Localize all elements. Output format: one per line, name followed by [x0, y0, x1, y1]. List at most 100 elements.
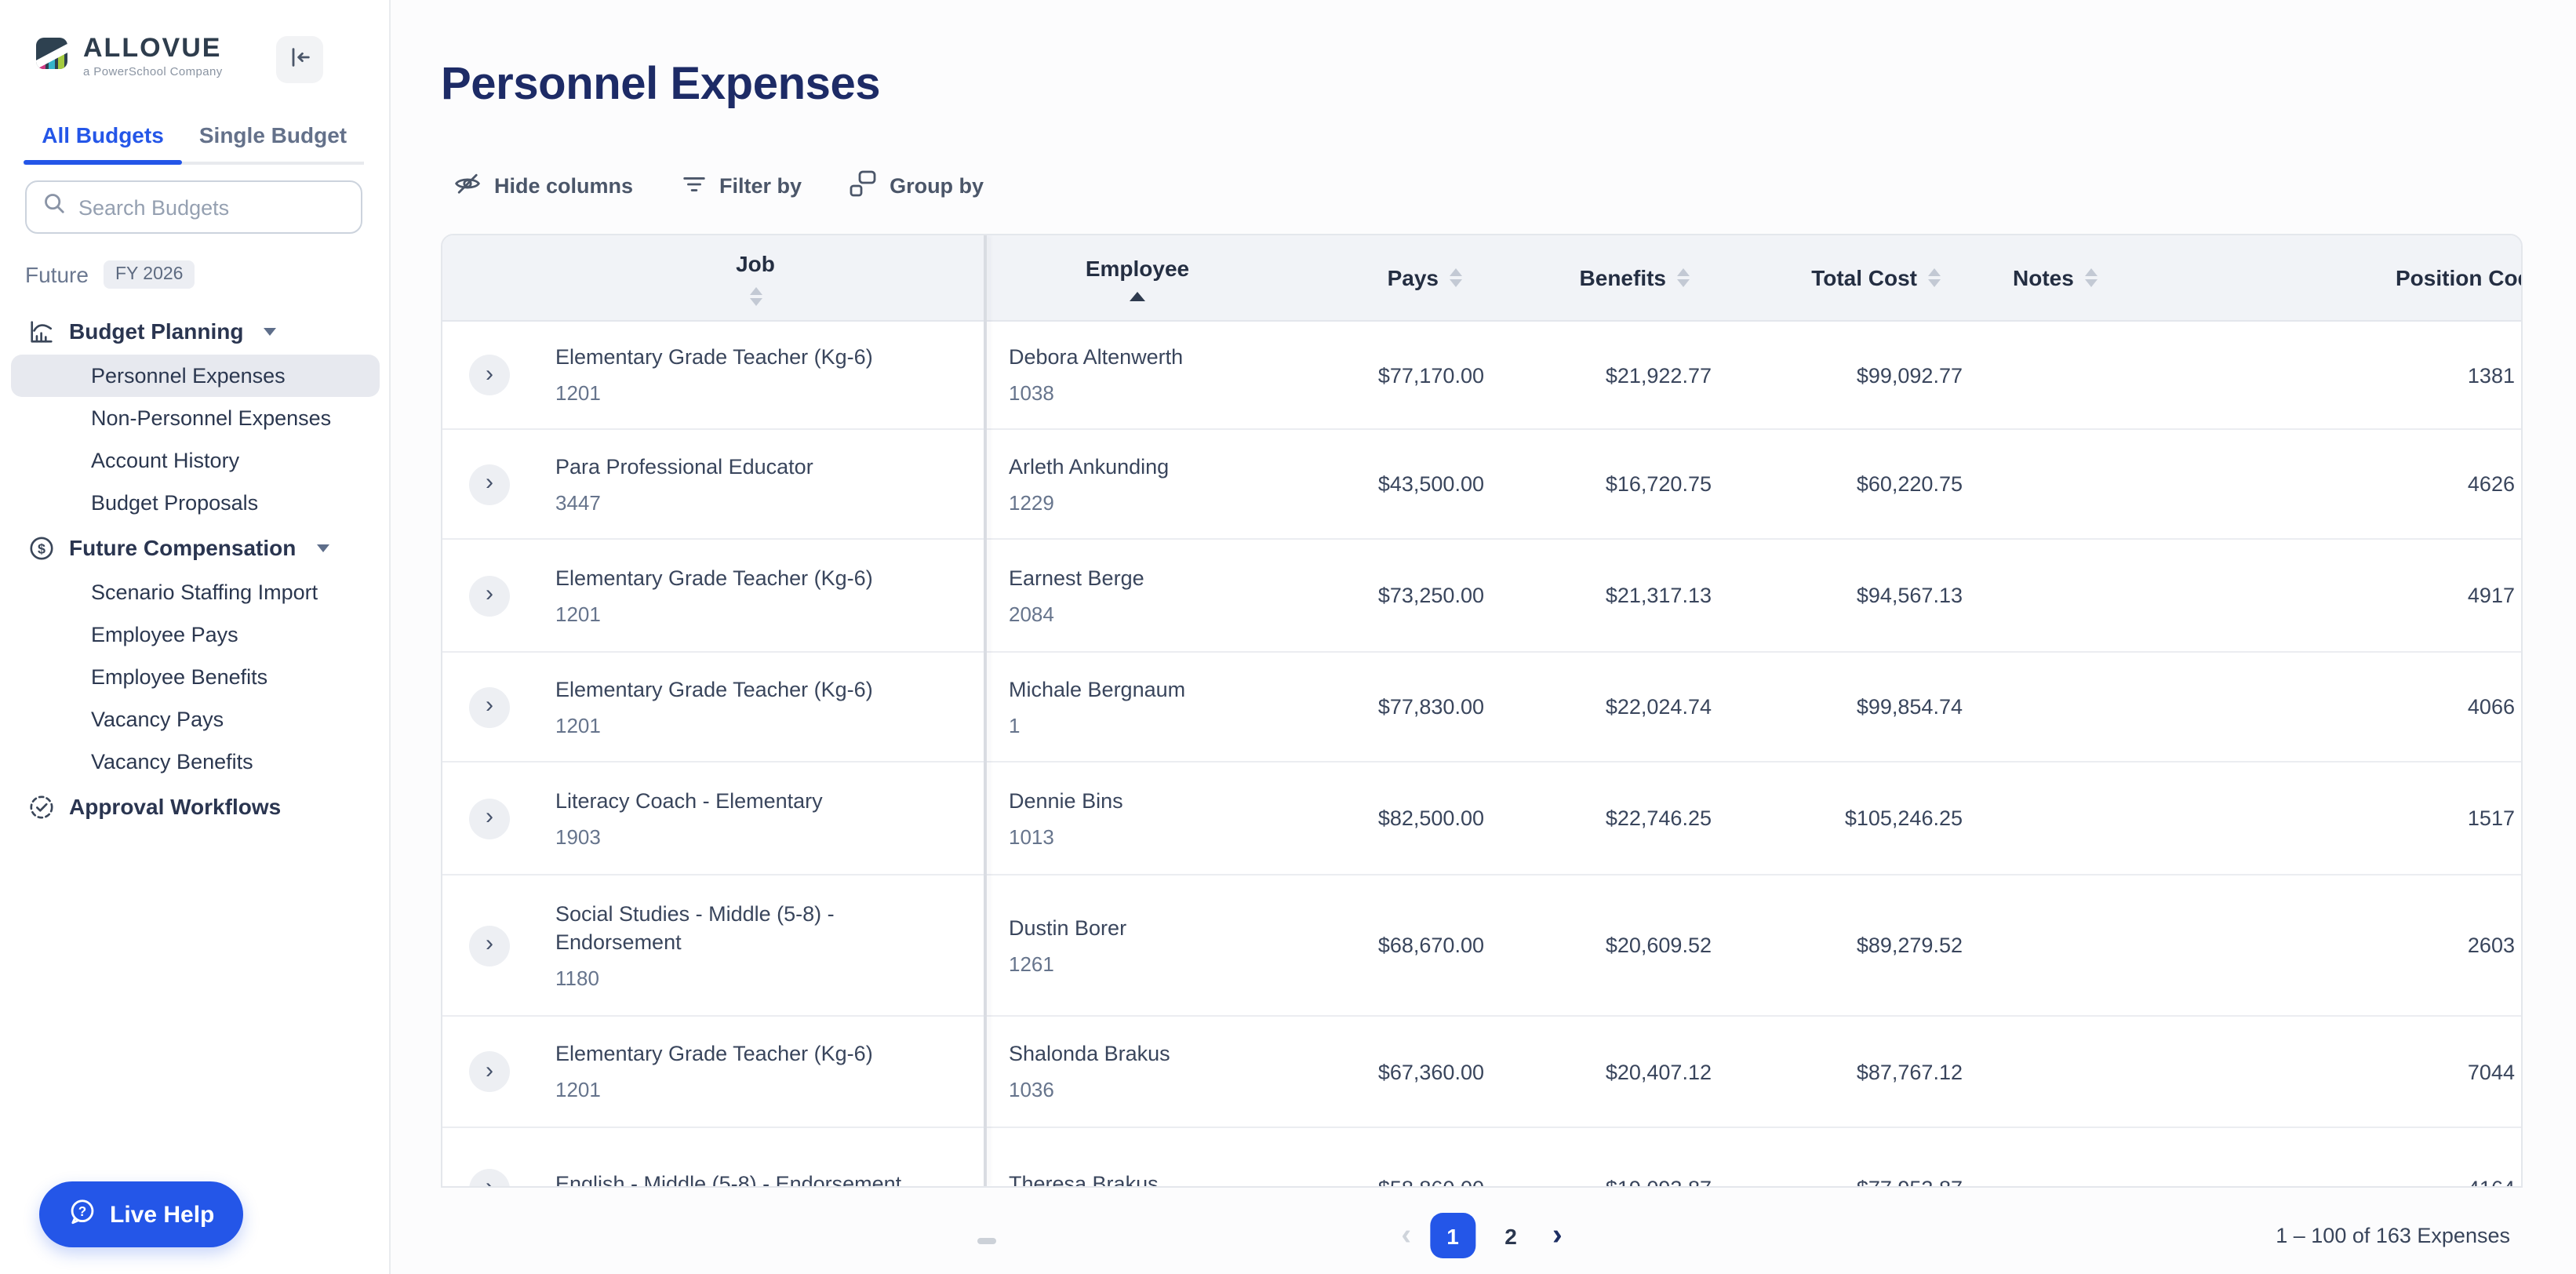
notes-cell: [1963, 322, 2151, 428]
chevron-down-icon: [264, 327, 277, 335]
row-expand-button[interactable]: ›: [469, 925, 510, 966]
sidebar-item-vacancy-benefits[interactable]: Vacancy Benefits: [11, 741, 380, 783]
column-header-benefits[interactable]: Benefits: [1484, 265, 1712, 290]
employee-id: 1038: [1009, 381, 1054, 405]
position-code-cell: 4164: [2151, 1128, 2521, 1186]
pays-cell: $67,360.00: [1377, 1060, 1484, 1083]
job-code: 1201: [555, 602, 601, 625]
job-title: English - Middle (5-8) - Endorsement: [555, 1171, 902, 1188]
brand-name: ALLOVUE: [83, 33, 222, 63]
page-button-1[interactable]: 1: [1430, 1213, 1475, 1258]
next-page-icon[interactable]: ›: [1546, 1218, 1569, 1253]
filter-icon: [680, 170, 707, 202]
table-row: › English - Middle (5-8) - Endorsement T…: [442, 1128, 2521, 1188]
column-header-employee[interactable]: Employee: [984, 255, 1266, 300]
sidebar-item-label: Account History: [91, 449, 240, 472]
employee-id: 2084: [1009, 602, 1054, 625]
sidebar-item-personnel-expenses[interactable]: Personnel Expenses: [11, 355, 380, 397]
chevron-right-icon: ›: [486, 930, 493, 957]
row-expand-button[interactable]: ›: [469, 686, 510, 727]
group-by-label: Group by: [890, 174, 984, 198]
column-label: Employee: [1085, 255, 1190, 280]
sidebar-item-employee-benefits[interactable]: Employee Benefits: [11, 656, 380, 698]
sidebar-item-budget-planning[interactable]: Budget Planning: [0, 308, 391, 355]
column-header-total-cost[interactable]: Total Cost: [1712, 265, 1963, 290]
filter-by-button[interactable]: Filter by: [680, 169, 802, 202]
sidebar-item-future-compensation[interactable]: $ Future Compensation: [0, 524, 391, 571]
column-header-notes[interactable]: Notes: [1963, 265, 2151, 290]
table-body: › Elementary Grade Teacher (Kg-6) 1201 D…: [442, 322, 2521, 1188]
benefits-cell: $20,609.52: [1605, 934, 1712, 957]
sidebar-item-account-history[interactable]: Account History: [11, 439, 380, 482]
table-row: › Elementary Grade Teacher (Kg-6) 1201 E…: [442, 540, 2521, 653]
chevron-down-icon: [316, 544, 329, 551]
sidebar-item-employee-pays[interactable]: Employee Pays: [11, 613, 380, 656]
sidebar-item-approval-workflows[interactable]: Approval Workflows: [0, 783, 391, 830]
notes-cell: [1963, 653, 2151, 761]
table-row: › Literacy Coach - Elementary 1903 Denni…: [442, 763, 2521, 875]
previous-page-icon[interactable]: ‹: [1395, 1218, 1417, 1253]
total-cost-cell: $99,092.77: [1856, 363, 1963, 387]
sidebar-item-label: Employee Pays: [91, 623, 238, 646]
employee-id: 1013: [1009, 824, 1054, 848]
row-expand-button[interactable]: ›: [469, 464, 510, 504]
job-code: 1201: [555, 713, 601, 737]
table-header: Job Employee Pays Benefits Total Cost No…: [442, 235, 2521, 322]
total-cost-cell: $99,854.74: [1856, 695, 1963, 719]
sidebar-item-vacancy-pays[interactable]: Vacancy Pays: [11, 698, 380, 741]
row-expand-button[interactable]: ›: [469, 1168, 510, 1188]
notes-cell: [1963, 1017, 2151, 1127]
filter-by-label: Filter by: [719, 174, 802, 198]
table-toolbar: Hide columns Filter by Group by: [453, 169, 984, 202]
sidebar-nav: Budget Planning Personnel Expenses Non-P…: [0, 308, 391, 830]
column-header-position-code[interactable]: Position Code: [2151, 265, 2521, 290]
table-row: › Elementary Grade Teacher (Kg-6) 1201 S…: [442, 1017, 2521, 1128]
sidebar-item-label: Approval Workflows: [69, 794, 282, 819]
employee-name: Dennie Bins: [1009, 788, 1123, 812]
job-title: Literacy Coach - Elementary: [555, 788, 823, 812]
pinned-column-divider[interactable]: [984, 235, 987, 1186]
row-expand-button[interactable]: ›: [469, 798, 510, 839]
sidebar-item-label: Vacancy Pays: [91, 708, 224, 731]
notes-cell: [1963, 540, 2151, 651]
employee-name: Earnest Berge: [1009, 566, 1144, 589]
sidebar-item-non-personnel-expenses[interactable]: Non-Personnel Expenses: [11, 397, 380, 439]
tab-single-budget[interactable]: Single Budget: [182, 122, 364, 162]
employee-id: 1261: [1009, 952, 1054, 975]
group-by-button[interactable]: Group by: [849, 169, 984, 202]
collapse-sidebar-icon: [288, 46, 311, 74]
approval-icon: [27, 793, 55, 820]
search-input[interactable]: [78, 195, 356, 219]
position-code-cell: 7044: [2467, 1060, 2515, 1083]
row-expand-button[interactable]: ›: [469, 355, 510, 395]
sidebar-item-budget-proposals[interactable]: Budget Proposals: [11, 482, 380, 524]
page-title: Personnel Expenses: [441, 60, 881, 110]
pagination: ‹ 1 2 ›: [1395, 1213, 1568, 1258]
svg-text:?: ?: [78, 1203, 86, 1218]
live-help-label: Live Help: [110, 1201, 215, 1228]
column-label: Notes: [2013, 265, 2074, 290]
live-help-button[interactable]: ? Live Help: [39, 1181, 243, 1247]
eye-off-icon: [453, 169, 482, 202]
search-icon: [42, 191, 66, 223]
page-button-2[interactable]: 2: [1488, 1213, 1534, 1258]
employee-name: Michale Bergnaum: [1009, 677, 1186, 701]
collapse-sidebar-button[interactable]: [276, 36, 323, 83]
row-expand-button[interactable]: ›: [469, 575, 510, 616]
hide-columns-button[interactable]: Hide columns: [453, 169, 633, 202]
job-code: 1903: [555, 824, 601, 848]
position-code-cell: 4626: [2467, 472, 2515, 496]
row-expand-button[interactable]: ›: [469, 1051, 510, 1092]
sort-asc-icon: [1130, 291, 1145, 300]
column-header-pays[interactable]: Pays: [1266, 265, 1484, 290]
table-row: › Para Professional Educator 3447 Arleth…: [442, 430, 2521, 540]
sort-icon: [1928, 268, 1941, 287]
benefits-cell: $16,720.75: [1605, 472, 1712, 496]
sort-icon: [1677, 268, 1690, 287]
tab-all-budgets[interactable]: All Budgets: [24, 122, 182, 165]
chevron-right-icon: ›: [486, 1174, 493, 1188]
sidebar-item-label: Vacancy Benefits: [91, 750, 253, 774]
column-header-job[interactable]: Job: [537, 250, 984, 305]
budget-name: Future: [25, 262, 89, 287]
sidebar-item-scenario-staffing-import[interactable]: Scenario Staffing Import: [11, 571, 380, 613]
